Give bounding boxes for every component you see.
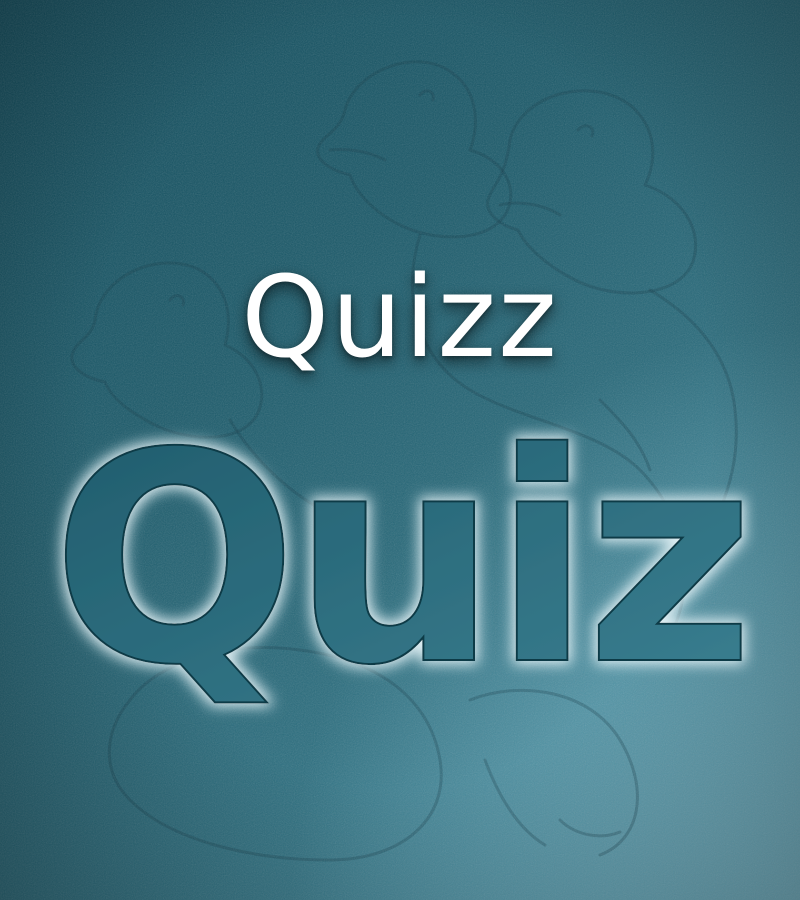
title-text: Quizz — [241, 253, 559, 383]
hero-word-text: Quiz — [51, 405, 748, 725]
poster-canvas: Quizz Quiz — [0, 0, 800, 900]
hero-word: Quiz — [50, 405, 755, 725]
